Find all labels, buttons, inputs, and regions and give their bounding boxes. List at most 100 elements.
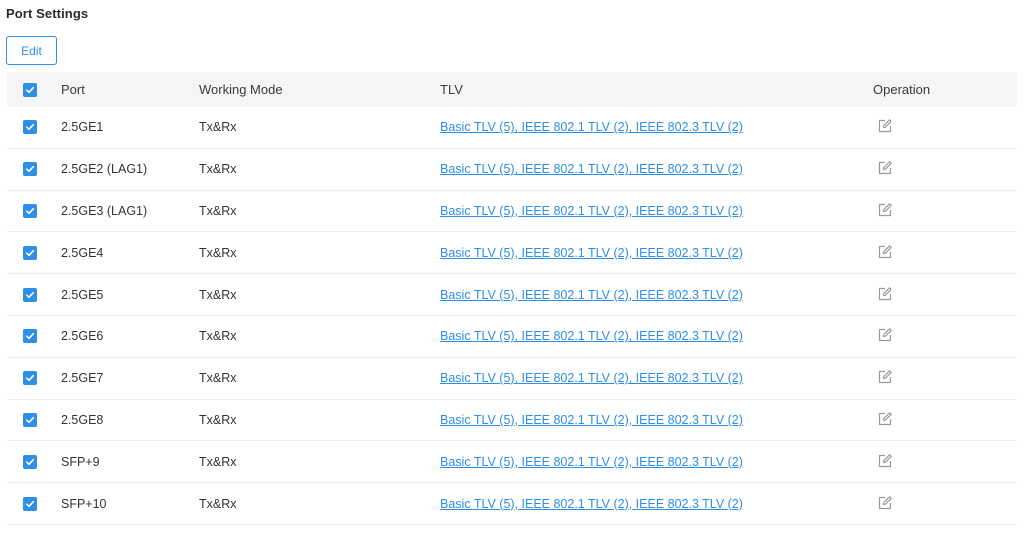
row-checkbox[interactable] xyxy=(23,287,37,302)
edit-icon[interactable] xyxy=(876,117,894,135)
port-settings-table: Port Working Mode TLV Operation 2.5GE1 Tx… xyxy=(7,72,1017,525)
tlv-cell: Basic TLV (5), IEEE 802.1 TLV (2), IEEE … xyxy=(440,371,873,385)
edit-icon[interactable] xyxy=(876,201,894,219)
edit-icon[interactable] xyxy=(876,285,894,303)
table-row: 2.5GE8 Tx&Rx Basic TLV (5), IEEE 802.1 TLV… xyxy=(7,400,1017,442)
row-checkbox[interactable] xyxy=(23,120,37,135)
working-mode-cell: Tx&Rx xyxy=(199,120,237,135)
column-header-tlv: TLV xyxy=(440,82,463,97)
tlv-cell: Basic TLV (5), IEEE 802.1 TLV (2), IEEE … xyxy=(440,413,873,427)
column-header-operation: Operation xyxy=(873,82,931,97)
port-cell: SFP+10 xyxy=(61,496,107,511)
checkmark-icon xyxy=(26,249,35,256)
table-row: SFP+10 Tx&Rx Basic TLV (5), IEEE 802.1 TLV… xyxy=(7,483,1017,525)
row-checkbox[interactable] xyxy=(23,203,37,218)
operation-cell xyxy=(873,243,1017,263)
edit-icon[interactable] xyxy=(876,452,894,470)
edit-icon[interactable] xyxy=(876,159,894,177)
row-check-cell xyxy=(7,245,55,260)
row-check-cell xyxy=(7,371,55,386)
row-checkbox[interactable] xyxy=(23,245,37,260)
tlv-link[interactable]: Basic TLV (5), IEEE 802.1 TLV (2), IEEE … xyxy=(440,371,743,385)
operation-cell xyxy=(873,368,1017,388)
working-mode-cell: Tx&Rx xyxy=(199,412,237,427)
tlv-link[interactable]: Basic TLV (5), IEEE 802.1 TLV (2), IEEE … xyxy=(440,162,743,176)
tlv-cell: Basic TLV (5), IEEE 802.1 TLV (2), IEEE … xyxy=(440,246,873,260)
working-mode-cell: Tx&Rx xyxy=(199,245,237,260)
port-cell: 2.5GE1 xyxy=(61,120,104,135)
edit-icon[interactable] xyxy=(876,243,894,261)
row-check-cell xyxy=(7,120,55,135)
row-check-cell xyxy=(7,287,55,302)
working-mode-cell: Tx&Rx xyxy=(199,371,237,386)
working-mode-cell: Tx&Rx xyxy=(199,496,237,511)
table-row: 2.5GE1 Tx&Rx Basic TLV (5), IEEE 802.1 TLV… xyxy=(7,107,1017,149)
port-cell: SFP+9 xyxy=(61,454,100,469)
checkmark-icon xyxy=(26,291,35,298)
working-mode-cell: Tx&Rx xyxy=(199,287,237,302)
checkmark-icon xyxy=(26,500,35,507)
header-check-cell xyxy=(7,82,55,97)
checkmark-icon xyxy=(26,124,35,131)
row-check-cell xyxy=(7,454,55,469)
edit-icon[interactable] xyxy=(876,494,894,512)
tlv-link[interactable]: Basic TLV (5), IEEE 802.1 TLV (2), IEEE … xyxy=(440,246,743,260)
table-row: 2.5GE2 (LAG1) Tx&Rx Basic TLV (5), IEEE 80… xyxy=(7,149,1017,191)
operation-cell xyxy=(873,326,1017,346)
row-check-cell xyxy=(7,162,55,177)
port-cell: 2.5GE3 (LAG1) xyxy=(61,203,148,218)
tlv-cell: Basic TLV (5), IEEE 802.1 TLV (2), IEEE … xyxy=(440,162,873,176)
port-cell: 2.5GE2 (LAG1) xyxy=(61,162,148,177)
table-row: 2.5GE4 Tx&Rx Basic TLV (5), IEEE 802.1 TLV… xyxy=(7,232,1017,275)
tlv-link[interactable]: Basic TLV (5), IEEE 802.1 TLV (2), IEEE … xyxy=(440,455,743,469)
tlv-cell: Basic TLV (5), IEEE 802.1 TLV (2), IEEE … xyxy=(440,497,873,511)
tlv-link[interactable]: Basic TLV (5), IEEE 802.1 TLV (2), IEEE … xyxy=(440,329,743,343)
row-checkbox[interactable] xyxy=(23,412,37,427)
column-header-working-mode: Working Mode xyxy=(199,82,283,97)
row-checkbox[interactable] xyxy=(23,496,37,511)
tlv-link[interactable]: Basic TLV (5), IEEE 802.1 TLV (2), IEEE … xyxy=(440,413,743,427)
table-row: 2.5GE7 Tx&Rx Basic TLV (5), IEEE 802.1 TLV… xyxy=(7,358,1017,400)
table-row: SFP+9 Tx&Rx Basic TLV (5), IEEE 802.1 TLV … xyxy=(7,441,1017,484)
port-cell: 2.5GE5 xyxy=(61,287,104,302)
select-all-checkbox[interactable] xyxy=(23,82,37,97)
operation-cell xyxy=(873,285,1017,305)
port-cell: 2.5GE6 xyxy=(61,329,104,344)
edit-icon[interactable] xyxy=(876,326,894,344)
row-check-cell xyxy=(7,203,55,218)
tlv-cell: Basic TLV (5), IEEE 802.1 TLV (2), IEEE … xyxy=(440,204,873,218)
checkmark-icon xyxy=(26,375,35,382)
tlv-link[interactable]: Basic TLV (5), IEEE 802.1 TLV (2), IEEE … xyxy=(440,288,743,302)
checkmark-icon xyxy=(26,458,35,465)
row-checkbox[interactable] xyxy=(23,454,37,469)
port-cell: 2.5GE8 xyxy=(61,412,104,427)
working-mode-cell: Tx&Rx xyxy=(199,454,237,469)
row-check-cell xyxy=(7,329,55,344)
operation-cell xyxy=(873,452,1017,472)
table-body: 2.5GE1 Tx&Rx Basic TLV (5), IEEE 802.1 TLV… xyxy=(7,107,1017,525)
tlv-cell: Basic TLV (5), IEEE 802.1 TLV (2), IEEE … xyxy=(440,288,873,302)
table-row: 2.5GE3 (LAG1) Tx&Rx Basic TLV (5), IEEE 80… xyxy=(7,191,1017,233)
edit-icon[interactable] xyxy=(876,368,894,386)
checkmark-icon xyxy=(26,333,35,340)
checkmark-icon xyxy=(26,416,35,424)
tlv-link[interactable]: Basic TLV (5), IEEE 802.1 TLV (2), IEEE … xyxy=(440,497,743,511)
row-checkbox[interactable] xyxy=(23,371,37,386)
tlv-link[interactable]: Basic TLV (5), IEEE 802.1 TLV (2), IEEE … xyxy=(440,204,743,218)
operation-cell xyxy=(873,494,1017,514)
edit-button[interactable]: Edit xyxy=(6,36,57,65)
tlv-link[interactable]: Basic TLV (5), IEEE 802.1 TLV (2), IEEE … xyxy=(440,120,743,134)
operation-cell xyxy=(873,159,1017,179)
working-mode-cell: Tx&Rx xyxy=(199,203,237,218)
row-check-cell xyxy=(7,412,55,427)
edit-icon[interactable] xyxy=(876,410,894,428)
table-header: Port Working Mode TLV Operation xyxy=(7,72,1017,107)
tlv-cell: Basic TLV (5), IEEE 802.1 TLV (2), IEEE … xyxy=(440,120,873,134)
port-cell: 2.5GE7 xyxy=(61,371,104,386)
checkmark-icon xyxy=(26,166,35,173)
port-cell: 2.5GE4 xyxy=(61,245,104,260)
row-checkbox[interactable] xyxy=(23,162,37,177)
operation-cell xyxy=(873,201,1017,221)
column-header-port: Port xyxy=(61,82,85,97)
row-checkbox[interactable] xyxy=(23,329,37,344)
